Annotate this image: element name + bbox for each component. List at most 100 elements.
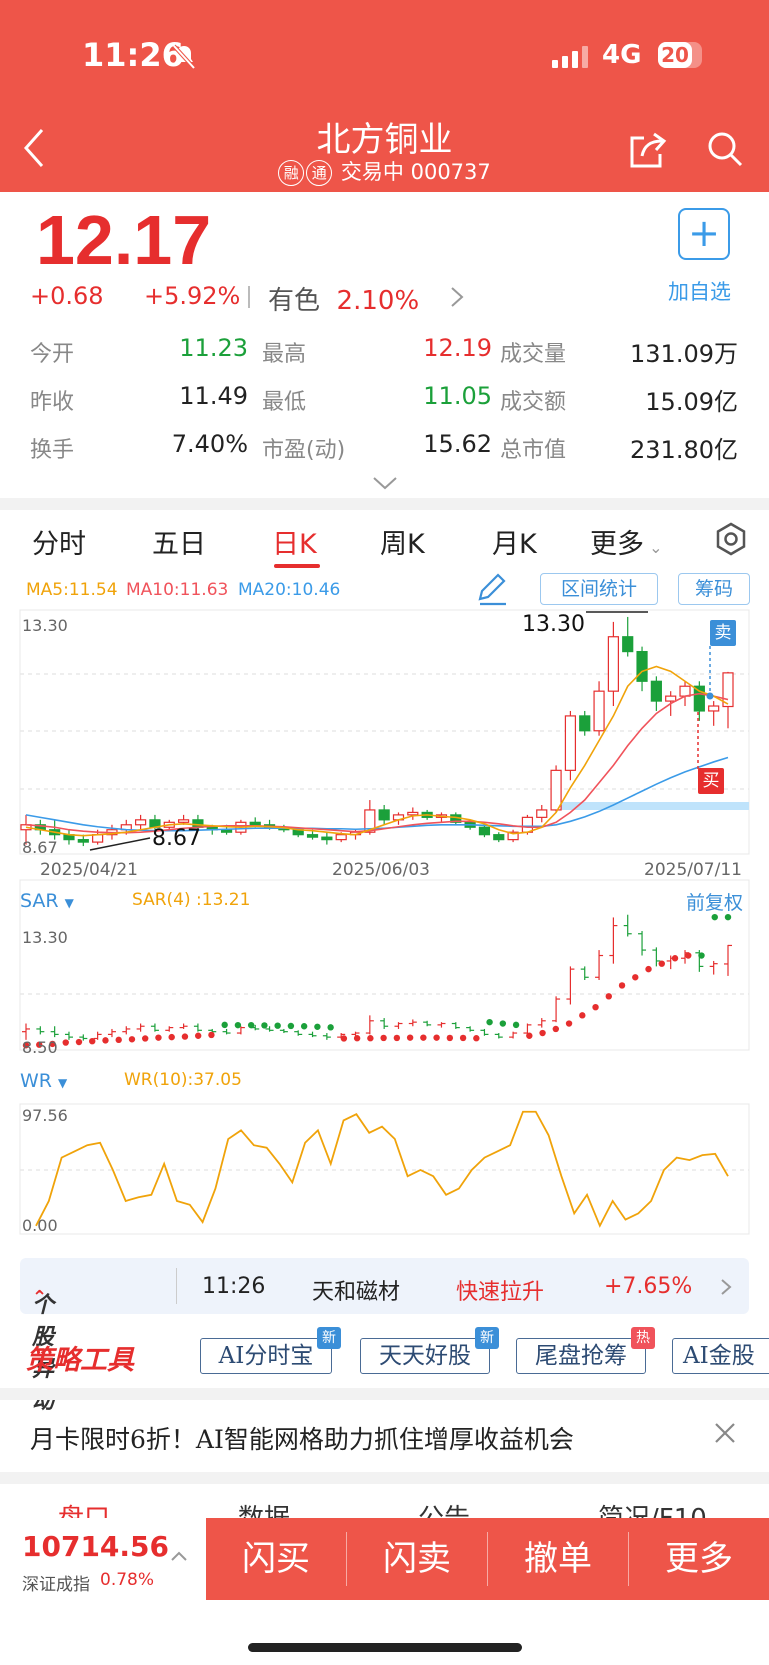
- quote-label: 换手: [30, 438, 75, 463]
- candle-body: [478, 826, 491, 836]
- tool-closing-grab[interactable]: 尾盘抢筹热: [516, 1327, 655, 1374]
- candle-body: [665, 695, 677, 702]
- sar-dot: [274, 1022, 281, 1029]
- candle-body: [607, 636, 619, 692]
- ma5-label: MA5:11.54: [26, 580, 118, 600]
- sar-axis-top: 13.30: [22, 928, 68, 947]
- sar-dot: [526, 1032, 533, 1039]
- flash-buy-button[interactable]: 闪买: [206, 1518, 346, 1600]
- add-watchlist-label[interactable]: 加自选: [668, 276, 731, 306]
- sar-dot: [592, 1004, 599, 1011]
- buy-signal-badge[interactable]: 买: [698, 768, 724, 794]
- add-watchlist-button[interactable]: +: [678, 208, 730, 260]
- sar-dot: [62, 1039, 69, 1046]
- hot-tag: 热: [631, 1327, 655, 1349]
- candle-body: [564, 715, 577, 771]
- tab-more[interactable]: 更多 ⌄: [590, 522, 663, 561]
- tab-daily-k[interactable]: 日K: [272, 522, 317, 561]
- close-icon[interactable]: [714, 1422, 736, 1444]
- sar-dot: [367, 1035, 374, 1042]
- alert-pct: +7.65%: [604, 1274, 693, 1299]
- quote-value: 12.19: [423, 334, 492, 362]
- quote-value: 131.09万: [630, 340, 738, 368]
- ma5-line: [25, 665, 729, 837]
- connect-chip: 通: [306, 160, 333, 186]
- tool-ai-gold[interactable]: AI金股: [672, 1338, 769, 1374]
- quote-label: 今开: [30, 342, 75, 367]
- sar-dot: [685, 952, 692, 959]
- sar-dot: [605, 993, 612, 1000]
- wr-axis-top: 97.56: [22, 1106, 68, 1125]
- industry-pct: 2.10%: [336, 286, 420, 316]
- mute-bell-icon: [172, 44, 196, 70]
- candle-body: [177, 819, 190, 823]
- sar-dot: [380, 1034, 387, 1042]
- expand-chevron-icon[interactable]: [372, 476, 398, 490]
- tool-daily-picks[interactable]: 天天好股新: [360, 1327, 499, 1374]
- sell-signal-badge[interactable]: 卖: [710, 620, 736, 646]
- more-actions-button[interactable]: 更多: [629, 1518, 769, 1600]
- promo-banner[interactable]: 月卡限时6折！AI智能网格助力抓住增厚收益机会: [30, 1420, 574, 1456]
- sar-dot: [459, 1034, 467, 1042]
- sar-dot: [671, 955, 679, 962]
- sar-dot: [142, 1035, 149, 1042]
- wr-panel-frame: [19, 1103, 750, 1235]
- alert-chevron-icon: [721, 1279, 732, 1295]
- sar-dot: [446, 1034, 454, 1042]
- candle-body: [335, 834, 347, 841]
- alert-event: 快速拉升: [456, 1280, 545, 1305]
- tab-monthly-k[interactable]: 月K: [492, 522, 537, 561]
- quote-value: 7.40%: [171, 430, 248, 458]
- tab-weekly-k[interactable]: 周K: [380, 522, 425, 561]
- sar-dot: [499, 1020, 507, 1027]
- chevron-up-icon[interactable]: [170, 1550, 188, 1562]
- wr-indicator-select[interactable]: WR ▼: [20, 1070, 67, 1092]
- sar-dot: [89, 1038, 96, 1045]
- adjust-mode-link[interactable]: 前复权: [686, 888, 743, 915]
- industry-name[interactable]: 有色 2.10%: [268, 280, 419, 317]
- sar-dot: [420, 1034, 427, 1041]
- battery-icon: 20: [658, 42, 702, 68]
- candle-body: [135, 819, 147, 826]
- cancel-order-button[interactable]: 撤单: [488, 1518, 628, 1600]
- new-tag: 新: [475, 1327, 499, 1349]
- sar-dot: [181, 1033, 189, 1040]
- sar-dot: [539, 1029, 546, 1037]
- kline-chart[interactable]: [0, 600, 769, 1240]
- stock-alert-bar[interactable]: 个股异动 ⌃ 11:26 天和磁材 快速拉升 +7.65%: [20, 1258, 749, 1414]
- sar-dot: [194, 1032, 202, 1039]
- status-time: 11:26: [82, 36, 184, 74]
- sar-dot: [234, 1021, 242, 1029]
- index-value[interactable]: 10714.56: [22, 1530, 169, 1563]
- price-change: +0.68: [30, 282, 104, 310]
- sar-dot: [208, 1031, 215, 1039]
- tab-intraday[interactable]: 分时: [32, 522, 86, 561]
- sar-dot: [565, 1020, 573, 1027]
- share-icon[interactable]: [628, 130, 668, 168]
- index-pct: 0.78%: [100, 1570, 155, 1590]
- search-icon[interactable]: [706, 130, 744, 168]
- section-divider: [0, 1472, 769, 1484]
- date-end: 2025/07/11: [644, 860, 742, 880]
- chevron-right-icon[interactable]: [450, 286, 464, 308]
- date-start: 2025/04/21: [40, 860, 138, 880]
- sar-dot: [314, 1023, 321, 1030]
- settings-hexagon-icon[interactable]: [714, 522, 748, 556]
- price-change-pct: +5.92%: [144, 282, 241, 310]
- trading-status-code: 交易中 000737: [340, 160, 491, 184]
- sar-dot: [618, 982, 626, 989]
- flash-sell-button[interactable]: 闪卖: [347, 1518, 487, 1600]
- candle-body: [622, 636, 634, 653]
- tool-ai-intraday[interactable]: AI分时宝新: [200, 1327, 341, 1374]
- sar-indicator-select[interactable]: SAR ▼: [20, 890, 74, 912]
- quote-label: 最低: [262, 390, 307, 415]
- quote-value: 15.09亿: [645, 388, 738, 416]
- divider: [248, 286, 250, 308]
- wr-line: [35, 1110, 729, 1228]
- tab-five-day[interactable]: 五日: [152, 522, 206, 561]
- alert-time: 11:26: [202, 1274, 266, 1299]
- sar-dot: [486, 1018, 493, 1026]
- strategy-tools-logo: 策略工具: [26, 1345, 134, 1376]
- ma10-label: MA10:11.63: [126, 580, 229, 600]
- sar-dot: [327, 1024, 334, 1031]
